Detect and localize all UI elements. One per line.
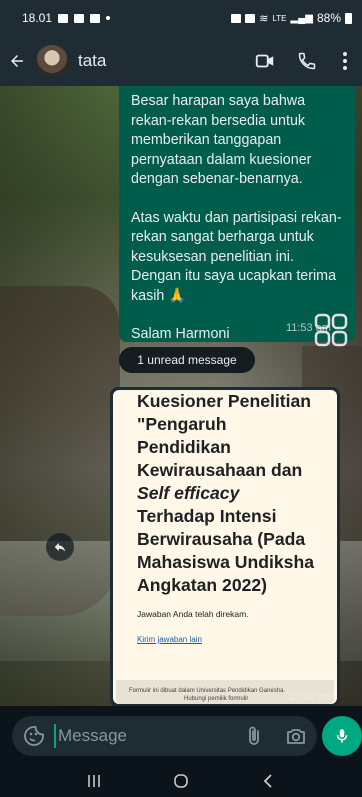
contact-name[interactable]: tata <box>78 51 244 71</box>
message-paragraph: Atas waktu dan partisipasi rekan-rekan s… <box>131 209 342 304</box>
signal-icon: ▂▄▆ <box>290 12 313 24</box>
battery-icon <box>345 12 352 24</box>
avatar[interactable] <box>36 45 68 77</box>
form-title-part2: Terhadap Intensi Berwirausaha (Pada Maha… <box>137 506 314 595</box>
emoji-sticker-icon[interactable] <box>22 724 46 748</box>
voice-call-icon[interactable] <box>286 36 328 86</box>
home-icon[interactable] <box>161 764 201 797</box>
form-resubmit-link: Kirim jawaban lain <box>137 635 202 644</box>
composer-bar <box>0 706 362 764</box>
video-call-icon[interactable] <box>244 36 286 86</box>
youtube-icon <box>74 13 85 23</box>
alarm-icon <box>231 13 242 23</box>
wifi-icon: ≋ <box>259 12 269 25</box>
image-message-time: 12:02 pm <box>288 691 334 703</box>
message-box <box>12 716 317 756</box>
chat-header: tata <box>0 36 362 86</box>
form-title-part1: Kuesioner Penelitian "Pengaruh Pendidika… <box>137 391 312 480</box>
back-arrow-icon[interactable] <box>0 36 34 86</box>
qr-scan-icon <box>314 313 348 347</box>
forward-icon[interactable] <box>46 533 74 561</box>
status-time: 18.01 <box>22 11 53 25</box>
dot-icon <box>106 16 111 20</box>
form-title-italic: Self efficacy <box>137 483 240 503</box>
image-message-bubble[interactable]: Kuesioner Penelitian "Pengaruh Pendidika… <box>110 387 340 707</box>
back-nav-icon[interactable] <box>248 764 288 797</box>
camera-icon[interactable] <box>284 724 308 748</box>
status-bar: 18.01 ≋ LTE ▂▄▆ 88% <box>0 0 362 36</box>
recent-apps-icon[interactable] <box>74 764 114 797</box>
unread-divider: 1 unread message <box>119 347 255 373</box>
microphone-icon <box>336 729 348 743</box>
message-input[interactable] <box>54 724 234 748</box>
outgoing-message-bubble[interactable]: Besar harapan saya bahwa rekan-rekan ber… <box>119 86 355 342</box>
network-label: LTE <box>272 13 287 23</box>
message-paragraph: Besar harapan saya bahwa rekan-rekan ber… <box>131 93 312 187</box>
form-footer-line1: Formulir ini dibuat dalam Universitas Pe… <box>129 688 286 694</box>
form-title: Kuesioner Penelitian "Pengaruh Pendidika… <box>137 390 317 597</box>
more-options-icon[interactable] <box>328 36 362 86</box>
form-response-note: Jawaban Anda telah direkam. <box>137 609 249 619</box>
system-navigation-bar <box>0 764 362 797</box>
battery-percent: 88% <box>316 11 341 25</box>
mute-icon <box>245 13 256 23</box>
gallery-icon <box>90 13 101 23</box>
notification-icon <box>58 13 69 23</box>
attach-icon[interactable] <box>242 724 266 748</box>
microphone-button[interactable] <box>322 716 362 756</box>
form-screenshot: Kuesioner Penelitian "Pengaruh Pendidika… <box>113 390 337 704</box>
form-content: Kuesioner Penelitian "Pengaruh Pendidika… <box>137 390 317 650</box>
